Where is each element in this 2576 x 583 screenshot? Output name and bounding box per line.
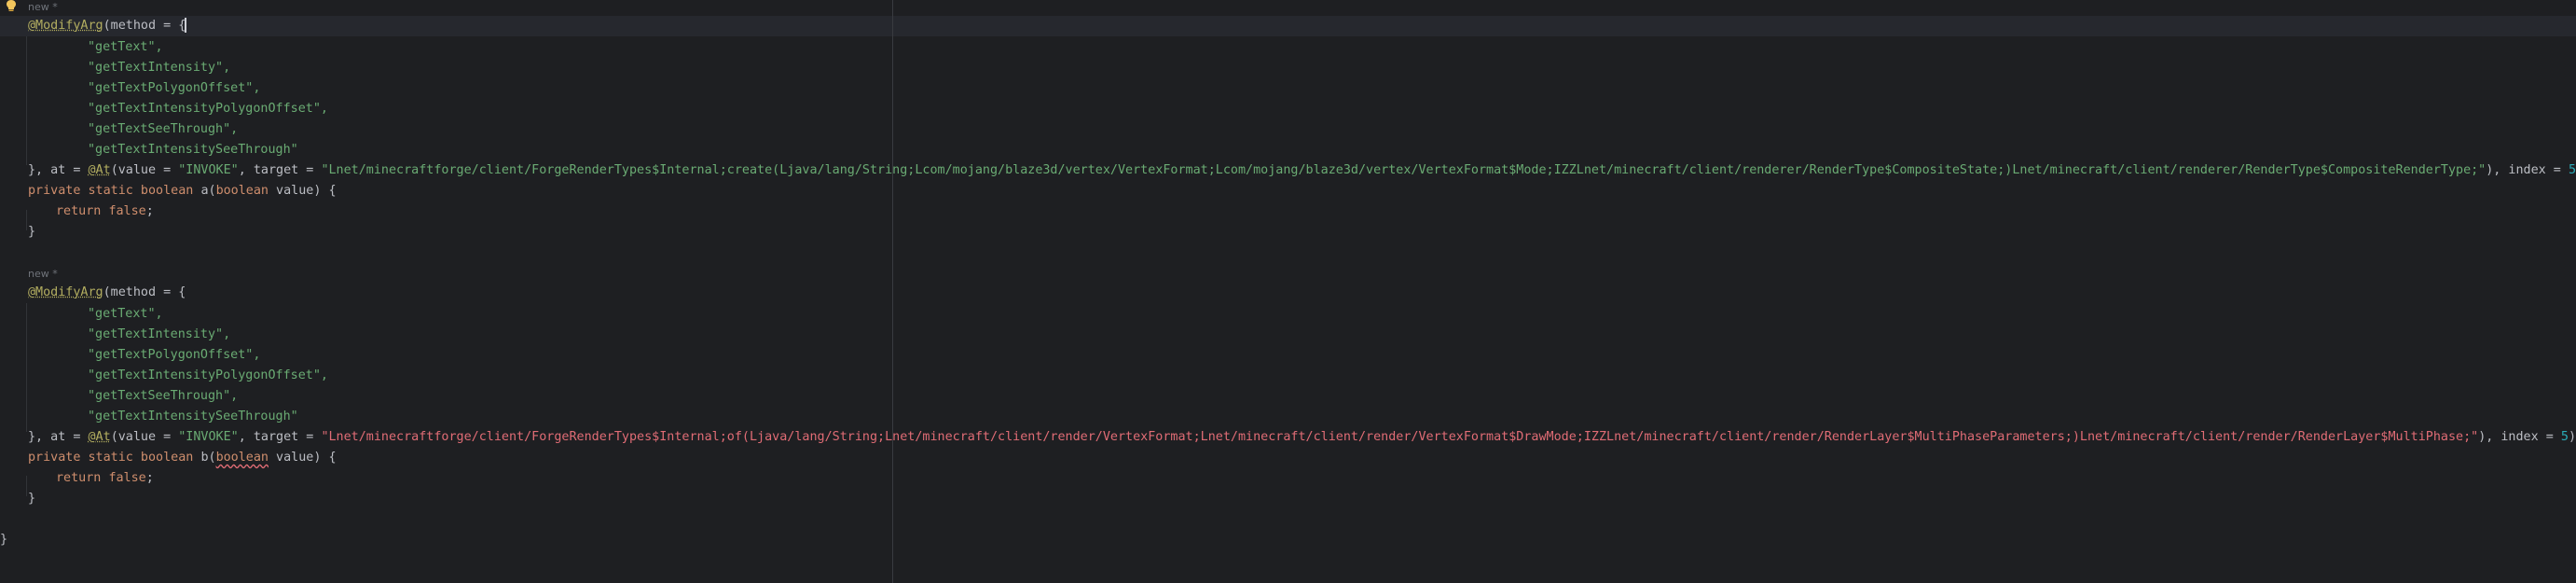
code-line-at[interactable]: }, at = @At(value = "INVOKE", target = "… [28,160,2576,181]
string-literal: "INVOKE" [178,430,239,444]
code-line-close[interactable]: } [28,222,35,243]
keyword-param-type-error[interactable]: boolean [216,451,269,465]
keyword: return [56,471,109,485]
indent-guide [26,210,27,230]
method-name[interactable]: b [200,451,208,465]
code-text: ( [208,451,216,465]
string-literal: "getTextSeeThrough", [88,389,239,403]
text-caret [185,18,187,33]
code-line-method[interactable]: "getTextIntensity", [28,325,230,345]
code-line-signature[interactable]: private static boolean b(boolean value) … [28,448,337,468]
code-line-method[interactable]: "getTextIntensitySeeThrough" [28,407,298,427]
code-text: ( [208,184,216,198]
method-name[interactable]: a [200,184,208,198]
inlay-hint-author[interactable]: new * [28,268,58,281]
string-literal: "getTextIntensity", [88,327,231,341]
code-line-method[interactable]: "getTextSeeThrough", [28,119,238,140]
code-line-method[interactable]: "getTextPolygonOffset", [28,78,260,99]
target-string-literal-error[interactable]: "Lnet/minecraftforge/client/ForgeRenderT… [321,430,2478,444]
keyword: return [56,204,109,218]
code-text: ) [2568,430,2576,444]
inlay-hint-author[interactable]: new * [28,1,58,14]
code-text: }, at = [28,430,89,444]
code-line-at[interactable]: }, at = @At(value = "INVOKE", target = "… [28,427,2576,448]
code-text: ), index = [2478,430,2561,444]
code-text: (method = { [103,19,186,33]
string-literal: "getTextIntensitySeeThrough" [88,143,298,157]
code-line-method[interactable]: "getTextIntensityPolygonOffset", [28,366,328,386]
string-literal: "getTextIntensityPolygonOffset", [88,102,328,116]
code-line-annotation[interactable]: @ModifyArg(method = { [28,283,186,303]
code-line-method[interactable]: "getTextIntensity", [28,58,230,78]
keyword: boolean [215,184,269,198]
class-closing-brace[interactable]: } [0,530,7,550]
indent-guide [26,303,27,432]
string-literal: "getTextIntensity", [88,61,231,75]
code-text: } [28,225,36,239]
annotation-at[interactable]: @At [89,163,111,177]
code-text: (value = [110,163,179,177]
annotation-at[interactable]: @At [89,430,111,444]
code-line-signature[interactable]: private static boolean a(boolean value) … [28,181,337,201]
number-literal: 5 [2568,163,2576,177]
keyword: private static boolean [28,184,201,198]
code-line-method[interactable]: "getText", [28,304,163,325]
code-line-return[interactable]: return false; [28,201,154,222]
code-text: }, at = [28,163,89,177]
string-literal: "getTextIntensitySeeThrough" [88,409,298,423]
code-line-method[interactable]: "getText", [28,37,163,58]
code-line-return[interactable]: return false; [28,468,154,489]
string-literal: "getTextPolygonOffset", [88,81,261,95]
current-line-highlight [0,16,2576,36]
code-line-close[interactable]: } [28,489,35,509]
code-line-annotation[interactable]: @ModifyArg(method = { [28,16,187,36]
string-literal: "INVOKE" [178,163,239,177]
code-text: ), index = [2486,163,2569,177]
keyword: private static boolean [28,451,201,465]
code-text: , target = [238,163,322,177]
string-literal: "getText", [88,40,163,54]
code-text: (method = { [103,285,186,299]
lightbulb-icon[interactable] [4,0,19,11]
annotation-modifyarg[interactable]: @ModifyArg [28,19,103,33]
code-text: ; [145,471,154,485]
right-margin-guide [892,0,893,583]
code-line-method[interactable]: "getTextSeeThrough", [28,386,238,407]
code-text: value) { [269,451,337,465]
code-text: , target = [238,430,322,444]
code-line-method[interactable]: "getTextIntensityPolygonOffset", [28,99,328,119]
code-text: (value = [110,430,179,444]
number-literal: 5 [2560,430,2569,444]
keyword: false [108,471,146,485]
string-literal: "getTextPolygonOffset", [88,348,261,362]
string-literal: "getTextSeeThrough", [88,122,239,136]
target-string-literal[interactable]: "Lnet/minecraftforge/client/ForgeRenderT… [321,163,2486,177]
code-editor[interactable]: new * @ModifyArg(method = { "getText", "… [0,0,2576,583]
keyword: false [108,204,146,218]
code-text: } [28,492,36,506]
annotation-modifyarg[interactable]: @ModifyArg [28,285,103,299]
string-literal: "getTextIntensityPolygonOffset", [88,368,328,382]
code-text: value) { [269,184,337,198]
indent-guide [26,36,27,165]
code-line-method[interactable]: "getTextPolygonOffset", [28,345,260,366]
code-line-method[interactable]: "getTextIntensitySeeThrough" [28,140,298,160]
string-literal: "getText", [88,307,163,321]
code-text: ; [145,204,154,218]
indent-guide [26,476,27,496]
